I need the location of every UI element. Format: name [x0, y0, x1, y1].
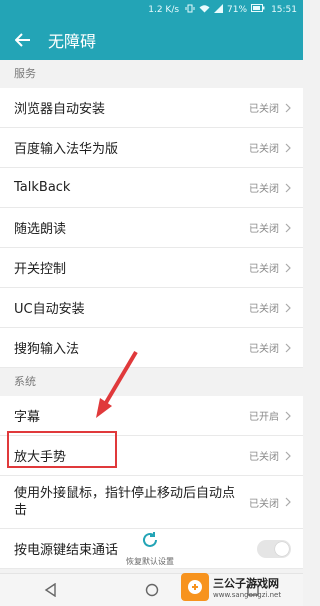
- item-label: 按电源键结束通话: [14, 543, 119, 558]
- list-item-talkback[interactable]: TalkBack 已关闭: [0, 168, 303, 208]
- chevron-right-icon: [285, 183, 291, 193]
- power-ends-call-toggle[interactable]: [257, 539, 291, 558]
- item-label: 百度输入法华为版: [14, 142, 119, 157]
- nav-home-button[interactable]: [142, 580, 162, 600]
- item-label: 浏览器自动安装: [14, 102, 106, 117]
- triangle-back-icon: [44, 583, 56, 597]
- battery-percent: 71%: [227, 4, 248, 15]
- list-item-uc-auto-install[interactable]: UC自动安装 已关闭: [0, 288, 303, 328]
- chevron-right-icon: [285, 303, 291, 313]
- restore-default-button[interactable]: 恢复默认设置: [110, 530, 190, 570]
- item-label: 字幕: [14, 410, 41, 425]
- back-button[interactable]: [10, 27, 36, 53]
- network-speed: 1.2 K/s: [148, 4, 180, 15]
- item-label: UC自动安装: [14, 302, 85, 317]
- list-item-select-to-speak[interactable]: 随选朗读 已关闭: [0, 208, 303, 248]
- status-text: 已关闭: [249, 224, 279, 235]
- section-header-services: 服务: [0, 60, 303, 88]
- arrow-left-icon: [15, 32, 30, 47]
- status-text: 已关闭: [249, 498, 279, 510]
- page-title: 无障碍: [48, 31, 97, 51]
- section-header-system: 系统: [0, 368, 303, 396]
- watermark-logo-icon: [181, 573, 209, 601]
- item-label: 搜狗输入法: [14, 342, 80, 357]
- refresh-icon: [143, 532, 157, 547]
- list-item-captions[interactable]: 字幕 已开启: [0, 396, 303, 436]
- battery-icon: [251, 4, 265, 15]
- chevron-right-icon: [285, 263, 291, 273]
- status-text: 已关闭: [249, 264, 279, 275]
- app-bar: 无障碍: [0, 19, 303, 60]
- highlight-box: [7, 431, 117, 468]
- watermark-url: www.sangongzi.net: [213, 591, 282, 599]
- wifi-icon: [199, 4, 210, 16]
- status-text: 已关闭: [249, 104, 279, 115]
- item-label: 使用外接鼠标，指针停止移动后自动点击: [14, 486, 236, 518]
- restore-default-label: 恢复默认设置: [126, 557, 174, 566]
- status-text: 已关闭: [249, 304, 279, 315]
- watermark: 三公子游戏网 www.sangongzi.net: [181, 568, 301, 606]
- status-text: 已关闭: [249, 344, 279, 355]
- list-item-switch-access[interactable]: 开关控制 已关闭: [0, 248, 303, 288]
- chevron-right-icon: [285, 143, 291, 153]
- list-item-browser-auto-install[interactable]: 浏览器自动安装 已关闭: [0, 88, 303, 128]
- circle-home-icon: [145, 583, 158, 597]
- list-item-sogou-ime[interactable]: 搜狗输入法 已关闭: [0, 328, 303, 368]
- services-list: 浏览器自动安装 已关闭 百度输入法华为版 已关闭 TalkBack 已关闭 随选…: [0, 88, 303, 368]
- watermark-title: 三公子游戏网: [213, 577, 279, 590]
- chevron-right-icon: [285, 223, 291, 233]
- list-item-baidu-ime[interactable]: 百度输入法华为版 已关闭: [0, 128, 303, 168]
- nav-back-button[interactable]: [41, 580, 61, 600]
- item-label: TalkBack: [14, 180, 71, 195]
- status-text: 已关闭: [249, 184, 279, 195]
- chevron-right-icon: [285, 343, 291, 353]
- status-text: 已开启: [249, 412, 279, 423]
- vibrate-icon: [185, 4, 195, 16]
- chevron-right-icon: [285, 411, 291, 421]
- chevron-right-icon: [285, 497, 291, 507]
- chevron-right-icon: [285, 103, 291, 113]
- chevron-right-icon: [285, 451, 291, 461]
- red-arrow-annotation: [96, 350, 138, 418]
- status-text: 已关闭: [249, 144, 279, 155]
- item-label: 开关控制: [14, 262, 67, 277]
- signal-icon: [214, 3, 224, 16]
- status-bar: 1.2 K/s 71% 15:51: [0, 0, 303, 19]
- status-text: 已关闭: [249, 452, 279, 463]
- item-label: 随选朗读: [14, 222, 67, 237]
- clock: 15:51: [271, 4, 297, 15]
- list-item-auto-click[interactable]: 使用外接鼠标，指针停止移动后自动点击 已关闭: [0, 476, 303, 529]
